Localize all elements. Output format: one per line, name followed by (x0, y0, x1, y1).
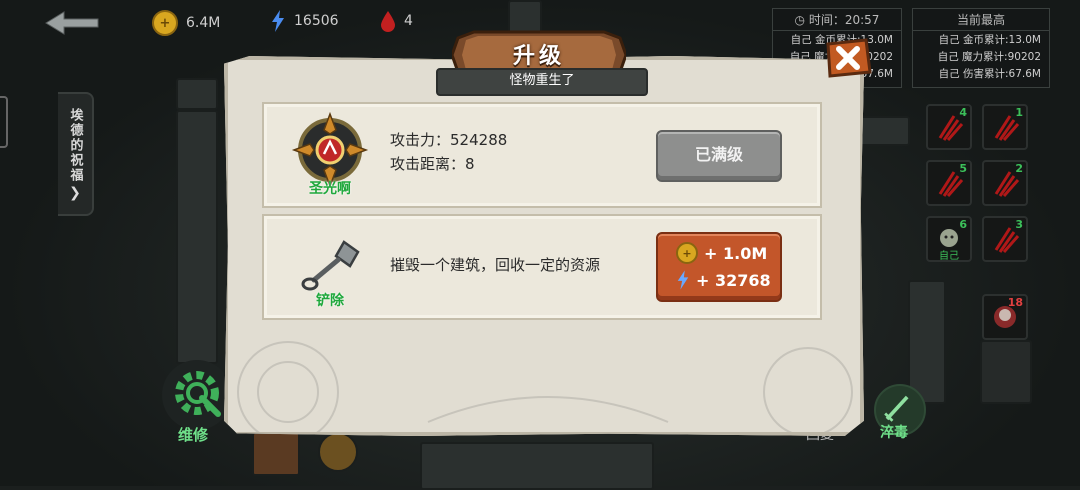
gold-reward-line: + + 1.0M (676, 242, 767, 264)
poison-label: 淬毒 (880, 425, 908, 441)
stat-line: 自己 伤害累计:67.6M (938, 68, 1041, 80)
best-stats-title: 当前最高 (913, 9, 1049, 31)
attack-power-value: 524288 (450, 131, 508, 149)
tower-upgrade-row: 圣光啊 攻击力：524288 攻击距离：8 已满级 (262, 102, 822, 208)
skill-slot[interactable]: 4 (926, 104, 972, 150)
close-icon[interactable] (824, 38, 872, 78)
skill-slot[interactable]: 5 (926, 160, 972, 206)
attack-range-label: 攻击距离： (390, 155, 466, 173)
wall-tile (176, 78, 218, 110)
tower-name-label: 圣光啊 (309, 181, 351, 197)
skill-count: 6 (959, 218, 967, 231)
tower-stats: 攻击力：524288 攻击距离：8 (390, 128, 507, 176)
gold-coin-icon: + (676, 242, 698, 264)
attack-range-line: 攻击距离：8 (390, 152, 507, 176)
best-stats-panel: 当前最高 自己 金币累计:13.0M 自己 魔力累计:90202 自己 伤害累计… (912, 8, 1050, 88)
timer-label: 时间： (808, 13, 845, 27)
mana-value: 16506 (294, 13, 339, 29)
skill-count: 2 (1015, 162, 1023, 175)
skill-slot[interactable]: 3 (982, 216, 1028, 262)
enemy-count: 18 (1007, 296, 1023, 309)
wall-tile (508, 0, 542, 34)
parchment-decoration (237, 341, 853, 432)
skill-slot[interactable]: 2 (982, 160, 1028, 206)
floor-item (318, 432, 358, 472)
enemy-portrait[interactable]: 18 (982, 294, 1028, 340)
timer-value: 20:57 (844, 13, 880, 27)
repair-label: 维修 (178, 426, 209, 444)
gold-coin-icon: + (152, 10, 178, 36)
gold-value: 6.4M (186, 15, 221, 31)
bed-structure (980, 340, 1032, 404)
gold-reward-value: + 1.0M (704, 243, 768, 263)
attack-power-label: 攻击力： (390, 131, 451, 149)
demolish-description: 摧毁一个建筑，回收一定的资源 (390, 256, 601, 274)
dialog-subtitle: 怪物重生了 (436, 68, 648, 96)
skill-slot[interactable]: 1 (982, 104, 1028, 150)
stat-line: 自己 金币累计:13.0M (938, 34, 1041, 46)
lives-counter: 4 (380, 10, 413, 32)
wall-tile (420, 442, 654, 490)
repair-button[interactable] (162, 360, 232, 430)
blood-drop-icon (381, 11, 395, 32)
timer-row: ◷ 时间：20:57 (773, 9, 901, 31)
demolish-label: 铲除 (316, 293, 344, 309)
skill-count: 1 (1015, 106, 1023, 119)
skill-count: 5 (959, 162, 967, 175)
demolish-reward-button[interactable]: + + 1.0M + 32768 (656, 232, 782, 302)
wall-tile (176, 110, 218, 364)
attack-range-value: 8 (465, 155, 475, 173)
wall-tile (858, 116, 910, 146)
lightning-icon (272, 10, 284, 32)
mana-reward-line: + 32768 (676, 270, 771, 290)
back-arrow-icon[interactable] (42, 8, 102, 38)
clock-icon: ◷ (794, 13, 806, 27)
mana-counter: 16506 (270, 10, 339, 32)
stat-line: 自己 魔力累计:90202 (937, 51, 1041, 63)
attack-power-line: 攻击力：524288 (390, 128, 507, 152)
edge-handle[interactable] (0, 96, 8, 148)
mana-reward-value: + 32768 (696, 270, 771, 290)
gold-counter: + 6.4M (152, 10, 220, 36)
blessing-side-tab[interactable]: 埃德的祝福 ❯ (58, 92, 94, 216)
skill-self-label: 自己 (939, 251, 959, 262)
demolish-row: 铲除 摧毁一个建筑，回收一定的资源 + + 1.0M + 32768 (262, 214, 822, 320)
max-level-button[interactable]: 已满级 (656, 130, 782, 182)
dialog-title: 升级 (512, 44, 565, 69)
chevron-right-icon: ❯ (69, 184, 81, 201)
gear-wrench-icon (175, 371, 221, 417)
lightning-icon (677, 270, 689, 290)
lives-value: 4 (404, 13, 413, 29)
blessing-tab-label: 埃德的祝福 (67, 107, 83, 183)
skill-count: 3 (1015, 218, 1023, 231)
skill-slot-self[interactable]: 6 自己 (926, 216, 972, 262)
skill-count: 4 (959, 106, 967, 119)
floor-item (252, 432, 300, 476)
